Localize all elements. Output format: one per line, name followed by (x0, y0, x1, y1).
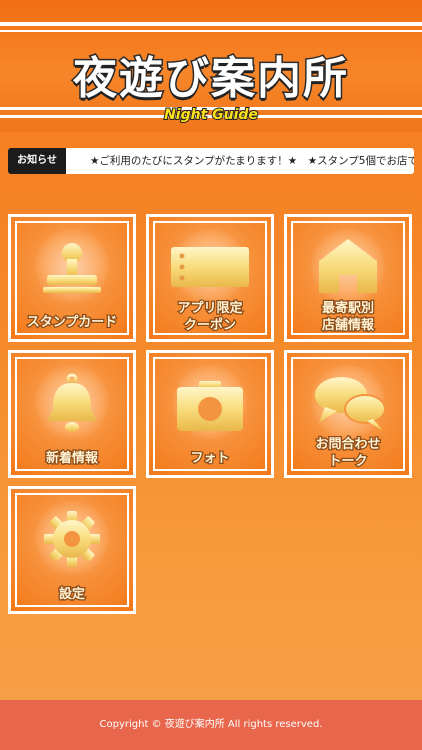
menu-tile-contact-talk[interactable]: お問合わせ トーク (284, 350, 412, 478)
menu-label: 新着情報 (45, 450, 100, 468)
app-subtitle: Night Guide (163, 106, 259, 124)
notice-ticker-text: ★ご利用のたびにスタンプがたまります！★ ★スタンプ5個でお店で使 (90, 155, 414, 167)
chat-bubbles-icon (315, 377, 386, 431)
menu-tile-news[interactable]: 新着情報 (8, 350, 136, 478)
copyright-text: Copyright © 夜遊び案内所 All rights reserved. (99, 719, 323, 730)
menu-label-line2: 店舗情報 (321, 317, 376, 335)
notice-bar[interactable]: お知らせ ★ご利用のたびにスタンプがたまります！★ ★スタンプ5個でお店で使 (8, 148, 414, 174)
house-icon (319, 239, 377, 293)
notice-label: お知らせ (8, 148, 66, 174)
app-header: 夜遊び案内所 Night Guide (0, 0, 422, 132)
bell-icon (47, 373, 97, 432)
menu-tile-coupon[interactable]: アプリ限定 クーポン (146, 214, 274, 342)
menu-label: 設定 (58, 586, 87, 604)
menu-label: フォト (189, 450, 231, 468)
camera-icon (177, 381, 243, 431)
menu-label-line2: トーク (327, 453, 369, 471)
header-stripe-top-thin (0, 30, 422, 32)
gear-icon (44, 511, 100, 567)
menu-label: スタンプカード (25, 314, 118, 332)
coupon-icon (171, 247, 249, 287)
menu-tile-store-info[interactable]: 最寄駅別 店舗情報 (284, 214, 412, 342)
header-stripe-top (0, 22, 422, 26)
menu-label: アプリ限定 (176, 300, 244, 318)
menu-label: お問合わせ (314, 436, 382, 454)
menu-label: 最寄駅別 (321, 300, 376, 318)
menu-tile-stamp-card[interactable]: スタンプカード (8, 214, 136, 342)
footer: Copyright © 夜遊び案内所 All rights reserved. (0, 700, 422, 750)
menu-label-line2: クーポン (183, 317, 238, 335)
stamp-icon (43, 243, 101, 293)
app-title: 夜遊び案内所 (72, 52, 349, 106)
menu-tile-settings[interactable]: 設定 (8, 486, 136, 614)
menu-tile-photo[interactable]: フォト (146, 350, 274, 478)
